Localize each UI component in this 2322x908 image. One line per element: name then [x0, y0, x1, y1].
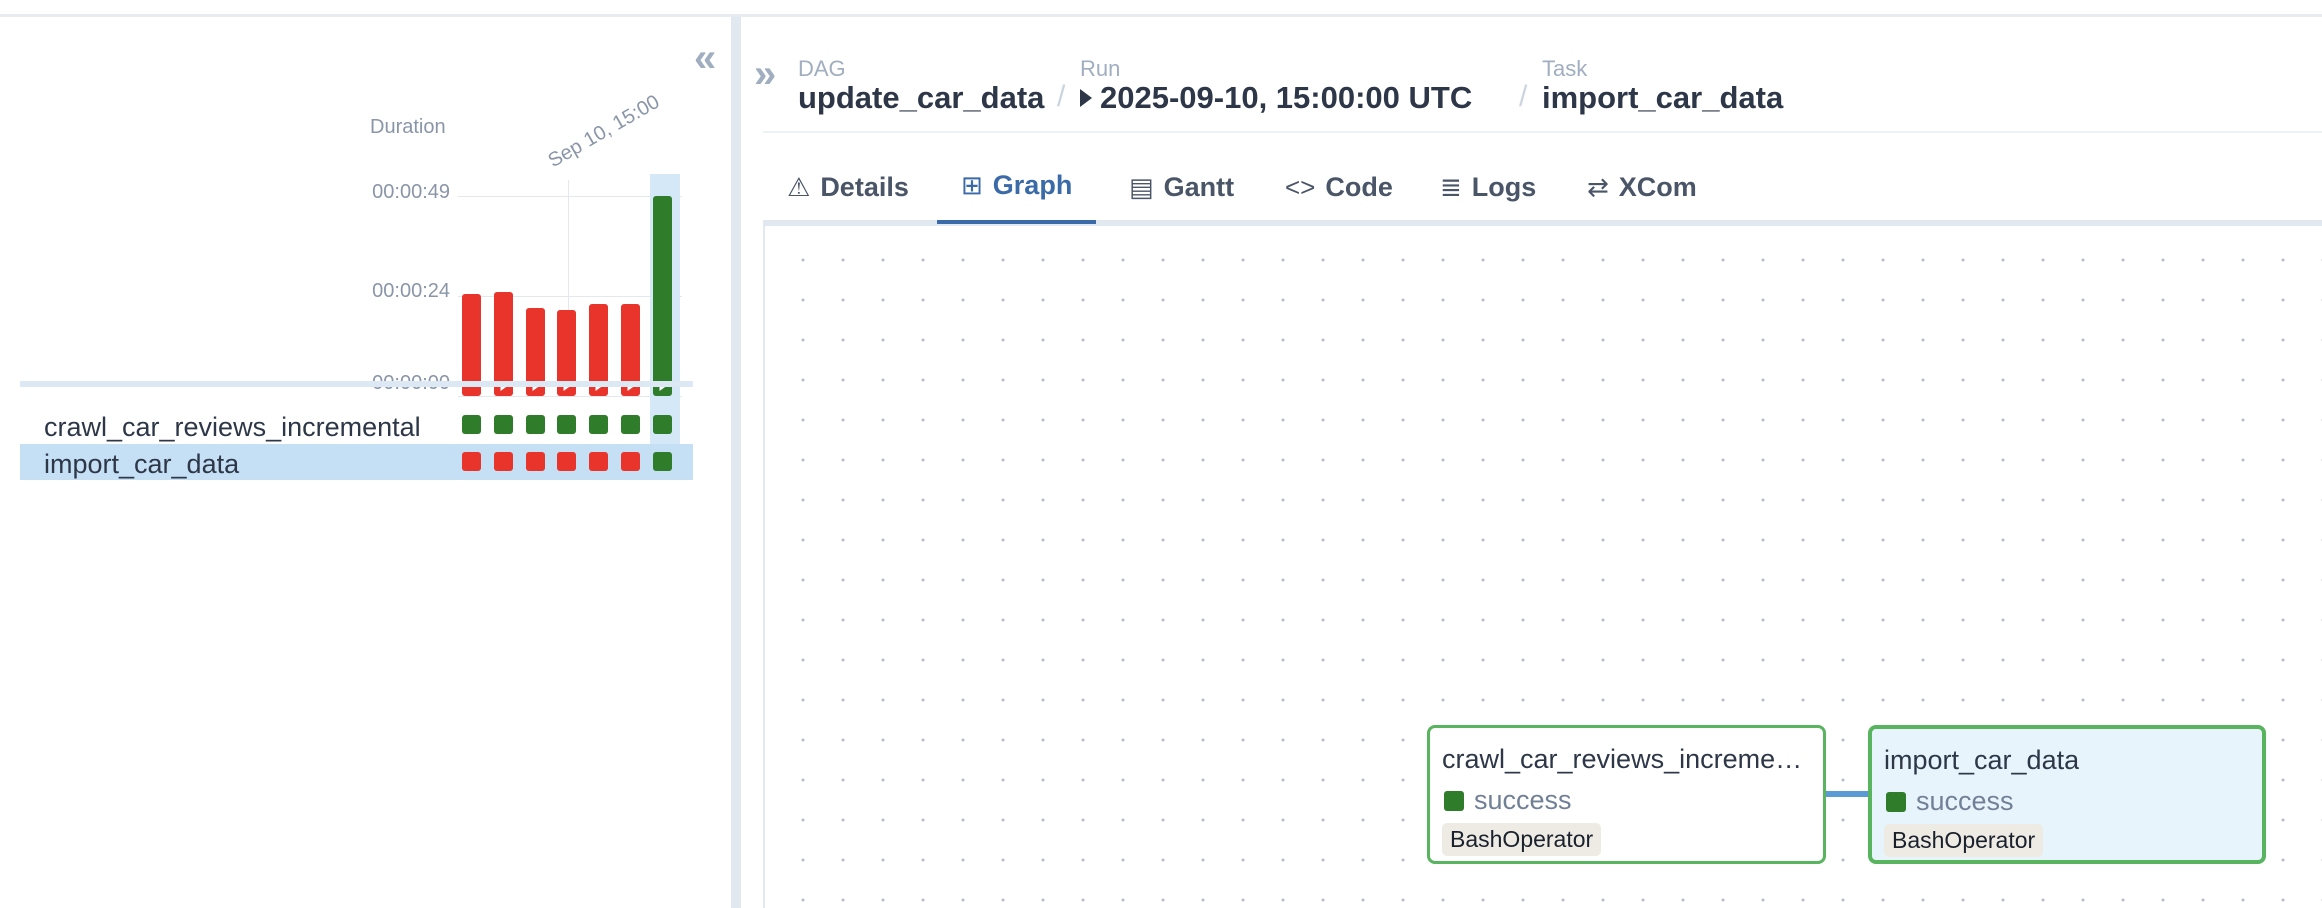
breadcrumb-value: 2025-09-10, 15:00:00 UTC [1080, 80, 1472, 116]
task-instance-cell[interactable] [589, 415, 608, 434]
tab-label: Gantt [1163, 171, 1235, 202]
grid-header-separator [20, 381, 693, 387]
breadcrumb-value: import_car_data [1542, 80, 1784, 115]
task-instance-cell[interactable] [462, 415, 481, 434]
task-instance-cell[interactable] [494, 452, 513, 471]
duration-bar[interactable] [653, 196, 672, 396]
tab-graph[interactable]: ⊞ Graph [937, 150, 1097, 224]
tab-label: Logs [1471, 171, 1537, 202]
tab-details[interactable]: ⚠ Details [763, 150, 933, 224]
play-icon [1080, 89, 1092, 107]
tab-logs[interactable]: ≣ Logs [1416, 150, 1560, 224]
breadcrumb-run[interactable]: Run 2025-09-10, 15:00:00 UTC [1080, 56, 1472, 116]
graph-node-crawl[interactable]: crawl_car_reviews_increme… success BashO… [1427, 725, 1826, 864]
graph-icon: ⊞ [961, 169, 983, 200]
success-indicator [1444, 791, 1464, 811]
breadcrumb-separator: / [1519, 80, 1528, 113]
tab-label: XCom [1618, 171, 1697, 202]
run-id: 2025-09-10, 15:00:00 UTC [1100, 80, 1473, 115]
graph-edge [1825, 791, 1869, 797]
success-indicator [1886, 792, 1906, 812]
task-instance-cell[interactable] [557, 452, 576, 471]
tab-label: Graph [992, 169, 1073, 200]
node-state: success [1916, 786, 2014, 816]
tab-label: Details [820, 171, 909, 202]
code-icon: <> [1285, 171, 1316, 202]
node-state: success [1474, 785, 1572, 815]
task-instance-cell[interactable] [589, 452, 608, 471]
breadcrumb-dag[interactable]: DAG update_car_data [798, 56, 1044, 116]
task-name: crawl_car_reviews_incremental [44, 412, 421, 442]
breadcrumb-value: update_car_data [798, 80, 1045, 115]
breadcrumb-task[interactable]: Task import_car_data [1542, 56, 1783, 116]
operator-badge: BashOperator [1884, 824, 2044, 857]
panel-divider[interactable] [731, 17, 741, 908]
task-instance-cell[interactable] [526, 452, 545, 471]
task-instance-cell[interactable] [621, 452, 640, 471]
graph-node-import[interactable]: import_car_data success BashOperator [1868, 725, 2266, 864]
task-instance-cell[interactable] [462, 452, 481, 471]
tab-xcom[interactable]: ⇄ XCom [1563, 150, 1721, 224]
breadcrumb-label: Task [1542, 56, 1588, 81]
task-instance-cell[interactable] [494, 415, 513, 434]
xcom-icon: ⇄ [1587, 171, 1609, 202]
tab-label: Code [1325, 171, 1393, 202]
task-instance-cell[interactable] [653, 452, 672, 471]
task-instance-cell[interactable] [526, 415, 545, 434]
task-instance-cell[interactable] [557, 415, 576, 434]
task-instance-cell[interactable] [621, 415, 640, 434]
node-title: import_car_data [1884, 745, 2080, 775]
grid-panel: « Duration Sep 10, 15:00 00:00:49 00:00:… [0, 0, 730, 891]
warning-icon: ⚠ [787, 171, 811, 202]
node-title: crawl_car_reviews_increme… [1442, 744, 1803, 774]
tab-gantt[interactable]: ▤ Gantt [1105, 150, 1258, 224]
breadcrumb-label: DAG [798, 56, 846, 81]
operator-badge: BashOperator [1442, 823, 1602, 856]
task-name: import_car_data [44, 449, 240, 479]
expand-panel-icon[interactable]: » [754, 54, 776, 94]
gantt-icon: ▤ [1129, 171, 1154, 202]
task-instance-cell[interactable] [653, 415, 672, 434]
tab-code[interactable]: <> Code [1261, 150, 1417, 224]
logs-icon: ≣ [1440, 171, 1462, 202]
tab-bar: ⚠ Details ⊞ Graph ▤ Gantt <> Code ≣ Logs… [763, 150, 2322, 224]
breadcrumb-label: Run [1080, 56, 1121, 81]
breadcrumb-separator: / [1057, 80, 1066, 113]
breadcrumb-rule [763, 131, 2322, 133]
